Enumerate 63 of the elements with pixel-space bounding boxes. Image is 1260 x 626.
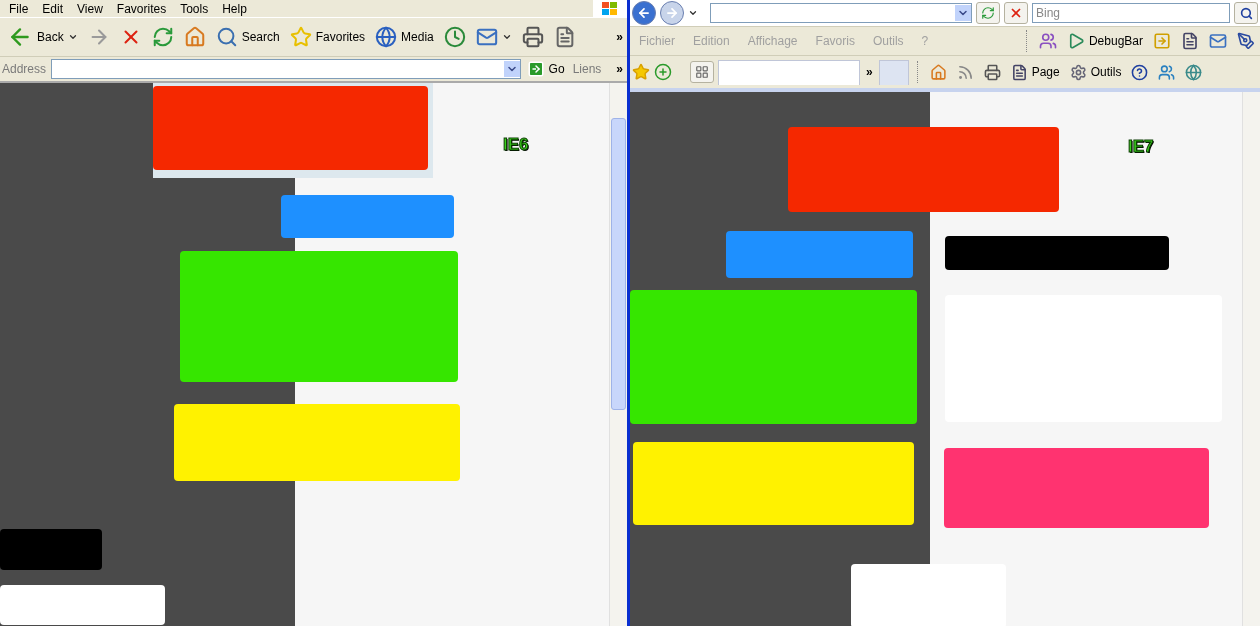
envelope-icon xyxy=(475,26,498,48)
back-button[interactable]: Back xyxy=(4,22,81,52)
pen-icon xyxy=(1237,32,1255,50)
grid-icon xyxy=(695,65,709,79)
printer-icon xyxy=(521,26,544,48)
star-icon xyxy=(289,26,312,48)
document-icon xyxy=(1181,32,1199,50)
globe-icon xyxy=(375,26,398,48)
page-label: IE6 xyxy=(503,135,529,155)
scrollbar[interactable] xyxy=(1242,92,1260,626)
menu-item[interactable]: Tools xyxy=(173,1,216,16)
address-field[interactable] xyxy=(710,3,972,23)
printer-icon xyxy=(983,63,1001,81)
refresh-icon xyxy=(981,6,995,20)
search-field[interactable]: Bing xyxy=(1032,3,1230,23)
back-arrow-icon xyxy=(637,6,651,20)
page-button[interactable]: Page xyxy=(1007,61,1063,83)
search-button[interactable] xyxy=(1234,2,1258,24)
forward-button[interactable] xyxy=(660,1,684,25)
forward-arrow-icon xyxy=(665,6,679,20)
search-icon xyxy=(215,26,238,48)
caret-icon xyxy=(67,32,78,42)
links-label[interactable]: Liens xyxy=(570,62,604,76)
caret-icon xyxy=(501,32,512,42)
search-button[interactable]: Search xyxy=(212,24,283,50)
help-icon xyxy=(1131,63,1149,81)
refresh-button[interactable] xyxy=(976,2,1000,24)
stop-icon xyxy=(1009,6,1023,20)
back-button[interactable] xyxy=(632,1,656,25)
add-favorite-icon[interactable] xyxy=(654,63,672,81)
scrollbar[interactable] xyxy=(609,83,627,626)
clock-icon xyxy=(443,26,466,48)
menu-item[interactable]: Help xyxy=(215,1,254,16)
address-label: Address xyxy=(1,62,48,76)
page-label: IE7 xyxy=(1128,137,1154,157)
envelope-icon xyxy=(1209,32,1227,50)
tab-overflow-chevron[interactable]: » xyxy=(864,65,875,79)
menu-item[interactable]: File xyxy=(2,1,36,16)
favorites-button[interactable]: Favorites xyxy=(286,24,369,50)
quick-tabs-button[interactable] xyxy=(690,61,714,83)
document-icon xyxy=(1010,63,1028,81)
caret-icon xyxy=(688,8,698,18)
feed-icon xyxy=(956,63,974,81)
media-button[interactable]: Media xyxy=(372,24,437,50)
overflow-chevron[interactable]: » xyxy=(616,62,623,76)
search-icon xyxy=(1239,6,1253,20)
address-field[interactable] xyxy=(51,59,521,79)
people-icon xyxy=(1158,63,1176,81)
debugbar-button[interactable]: DebugBar xyxy=(1063,30,1146,52)
go-button[interactable]: Go xyxy=(523,58,568,80)
overflow-chevron[interactable]: » xyxy=(616,30,623,44)
tools-button[interactable]: Outils xyxy=(1066,61,1125,83)
stop-button[interactable] xyxy=(1004,2,1028,24)
home-icon xyxy=(183,26,206,48)
gear-icon xyxy=(1069,63,1087,81)
home-icon xyxy=(929,63,947,81)
globe-icon xyxy=(1185,63,1203,81)
refresh-icon xyxy=(151,26,174,48)
menu-item[interactable]: View xyxy=(70,1,110,16)
star-icon[interactable] xyxy=(632,63,650,81)
menu-item[interactable]: Favorites xyxy=(109,1,174,16)
menu-item[interactable]: Edit xyxy=(35,1,71,16)
people-icon xyxy=(1038,32,1057,50)
